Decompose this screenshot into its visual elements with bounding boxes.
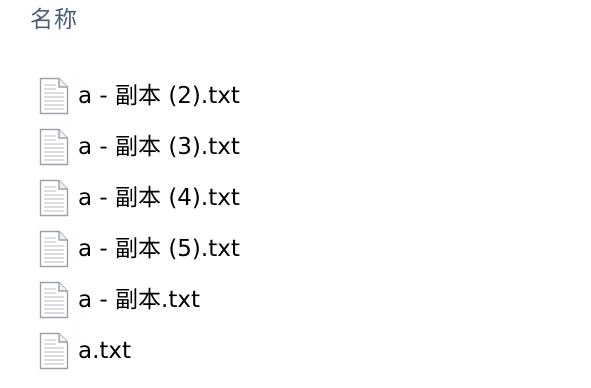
file-item[interactable]: a - 副本 (5).txt xyxy=(36,223,240,274)
text-file-icon xyxy=(36,331,72,371)
file-name: a - 副本 (4).txt xyxy=(78,184,240,211)
file-item[interactable]: a - 副本 (4).txt xyxy=(36,172,240,223)
file-name: a - 副本 (2).txt xyxy=(78,82,240,109)
text-file-icon xyxy=(36,229,72,269)
file-item[interactable]: a.txt xyxy=(36,325,240,376)
text-file-icon xyxy=(36,280,72,320)
text-file-icon xyxy=(36,178,72,218)
text-file-icon xyxy=(36,127,72,167)
file-name: a - 副本 (3).txt xyxy=(78,133,240,160)
file-item[interactable]: a - 副本 (3).txt xyxy=(36,121,240,172)
text-file-icon xyxy=(36,76,72,116)
file-name: a - 副本 (5).txt xyxy=(78,235,240,262)
file-item[interactable]: a - 副本 (2).txt xyxy=(36,70,240,121)
name-column-header[interactable]: 名称 xyxy=(30,2,78,38)
file-name: a.txt xyxy=(78,337,132,364)
file-list: a - 副本 (2).txt a - 副本 (3).txt a - 副本 (4)… xyxy=(36,70,240,376)
file-item[interactable]: a - 副本.txt xyxy=(36,274,240,325)
file-name: a - 副本.txt xyxy=(78,286,200,313)
